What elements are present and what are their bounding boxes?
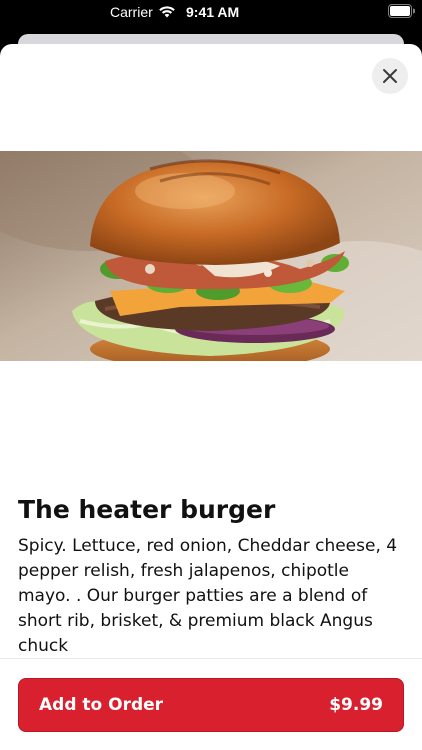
add-to-order-button[interactable]: Add to Order $9.99 — [18, 678, 404, 732]
close-icon — [383, 69, 397, 83]
item-price: $9.99 — [329, 695, 383, 715]
clock-time: 9:41 AM — [186, 4, 240, 20]
burger-illustration — [0, 151, 422, 361]
item-detail-sheet: The heater burger Spicy. Lettuce, red on… — [0, 44, 422, 750]
app-screen: Carrier 9:41 AM The heater burger Spicy.… — [0, 0, 422, 750]
item-title: The heater burger — [18, 495, 276, 524]
close-button[interactable] — [372, 58, 408, 94]
add-to-order-label: Add to Order — [39, 695, 164, 715]
battery-icon — [388, 4, 415, 18]
carrier-label: Carrier — [110, 4, 153, 20]
wifi-icon — [159, 6, 175, 18]
footer-divider — [0, 658, 422, 659]
status-bar: Carrier 9:41 AM — [0, 0, 422, 26]
item-content: The heater burger Spicy. Lettuce, red on… — [18, 494, 404, 659]
item-description: Spicy. Lettuce, red onion, Cheddar chees… — [18, 536, 398, 656]
burger-photo — [0, 151, 422, 361]
